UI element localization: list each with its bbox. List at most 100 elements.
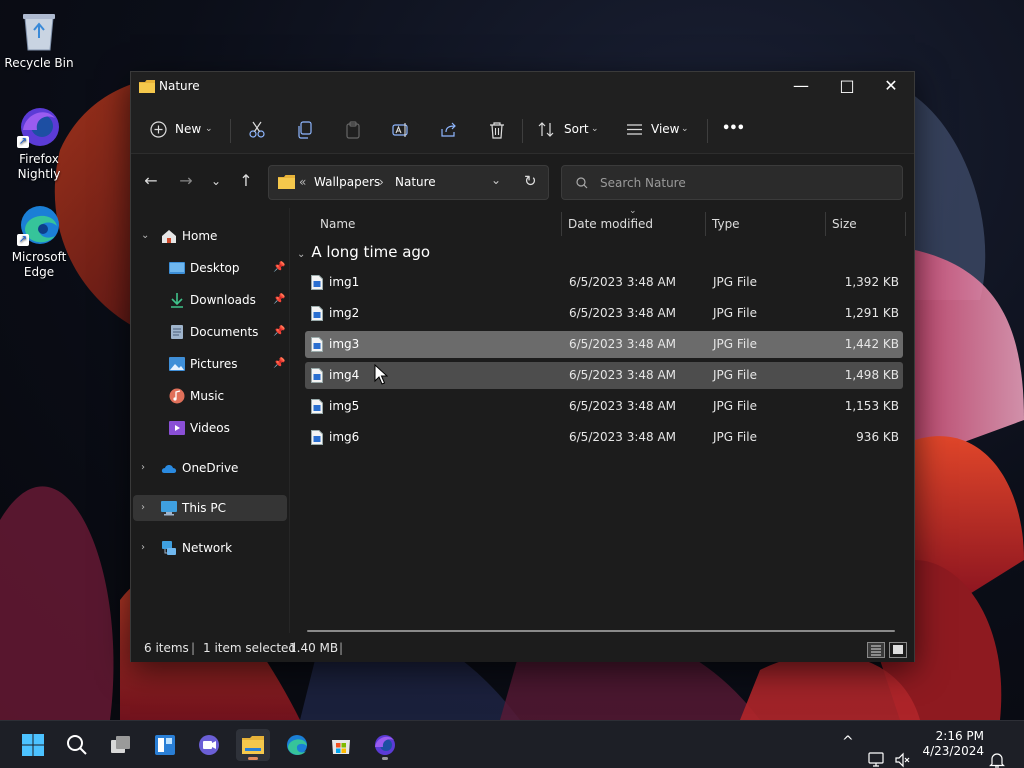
search-box[interactable] bbox=[561, 165, 903, 200]
column-divider[interactable] bbox=[825, 212, 826, 236]
desktop-icon-firefox-nightly[interactable]: ↗ Firefox Nightly bbox=[1, 104, 77, 182]
taskbar-search-button[interactable] bbox=[60, 729, 94, 761]
file-row[interactable]: img3 6/5/2023 3:48 AM JPG File 1,442 KB bbox=[305, 331, 903, 358]
column-header-size[interactable]: Size bbox=[832, 212, 857, 236]
file-row[interactable]: img1 6/5/2023 3:48 AM JPG File 1,392 KB bbox=[305, 269, 903, 296]
nav-item-label: OneDrive bbox=[182, 461, 239, 475]
file-type: JPG File bbox=[713, 306, 757, 320]
volume-muted-icon[interactable] bbox=[894, 736, 912, 768]
group-header[interactable]: ⌄ A long time ago bbox=[297, 243, 430, 261]
nav-item-label: Music bbox=[190, 389, 225, 403]
rename-button[interactable] bbox=[391, 115, 411, 143]
new-button[interactable]: New ⌄ bbox=[150, 115, 216, 143]
chevron-down-icon[interactable]: ⌄ bbox=[141, 223, 149, 249]
forward-button[interactable]: → bbox=[174, 169, 198, 193]
chevron-right-icon[interactable]: › bbox=[141, 535, 145, 561]
thumbnail-view-button[interactable] bbox=[889, 642, 907, 658]
file-row[interactable]: img5 6/5/2023 3:48 AM JPG File 1,153 KB bbox=[305, 393, 903, 420]
nav-item-this-pc[interactable]: › This PC bbox=[133, 495, 287, 521]
file-row[interactable]: img6 6/5/2023 3:48 AM JPG File 936 KB bbox=[305, 424, 903, 451]
back-button[interactable]: ← bbox=[139, 169, 163, 193]
file-row[interactable]: img2 6/5/2023 3:48 AM JPG File 1,291 KB bbox=[305, 300, 903, 327]
taskbar-clock[interactable]: 2:16 PM 4/23/2024 bbox=[920, 729, 984, 759]
title-bar[interactable]: Nature — □ ✕ bbox=[131, 72, 914, 104]
recycle-bin-icon bbox=[17, 8, 61, 52]
close-button[interactable]: ✕ bbox=[868, 72, 914, 102]
horizontal-scrollbar[interactable] bbox=[307, 630, 895, 632]
file-type: JPG File bbox=[713, 337, 757, 351]
store-taskbar-button[interactable] bbox=[324, 729, 358, 761]
cut-button[interactable] bbox=[247, 115, 267, 143]
nav-item-documents[interactable]: Documents 📌 bbox=[133, 319, 287, 345]
file-name: img1 bbox=[329, 275, 360, 289]
column-header-date-modified[interactable]: Date modified bbox=[568, 212, 653, 236]
maximize-button[interactable]: □ bbox=[824, 72, 870, 102]
edge-icon bbox=[287, 735, 307, 755]
delete-button[interactable] bbox=[487, 115, 507, 143]
edge-taskbar-button[interactable] bbox=[280, 729, 314, 761]
desktop-icon-recycle-bin[interactable]: Recycle Bin bbox=[1, 8, 77, 71]
status-selection: 1 item selected bbox=[203, 641, 297, 655]
column-header-name[interactable]: Name bbox=[320, 212, 355, 236]
breadcrumb-nature[interactable]: Nature bbox=[395, 175, 436, 189]
nav-item-videos[interactable]: Videos bbox=[133, 415, 287, 441]
breadcrumb-wallpapers[interactable]: Wallpapers bbox=[314, 175, 380, 189]
details-view-button[interactable] bbox=[867, 642, 885, 658]
desktop-icon-microsoft-edge[interactable]: ↗ Microsoft Edge bbox=[1, 202, 77, 280]
file-name: img5 bbox=[329, 399, 360, 413]
start-button[interactable] bbox=[16, 729, 50, 761]
minimize-button[interactable]: — bbox=[778, 72, 824, 102]
chevron-right-icon[interactable]: › bbox=[141, 455, 145, 481]
group-label: A long time ago bbox=[311, 243, 431, 261]
column-divider[interactable] bbox=[705, 212, 706, 236]
view-icon bbox=[627, 124, 642, 135]
nav-item-desktop[interactable]: Desktop 📌 bbox=[133, 255, 287, 281]
file-name: img4 bbox=[329, 368, 360, 382]
file-type: JPG File bbox=[713, 368, 757, 382]
share-button[interactable] bbox=[439, 115, 459, 143]
up-button[interactable]: ↑ bbox=[234, 169, 258, 193]
nav-item-label: Home bbox=[182, 229, 218, 243]
nav-item-downloads[interactable]: Downloads 📌 bbox=[133, 287, 287, 313]
copy-button[interactable] bbox=[295, 115, 315, 143]
more-options-button[interactable]: ••• bbox=[722, 115, 746, 143]
share-icon bbox=[441, 122, 456, 137]
address-history-chevron-icon[interactable]: ⌄ bbox=[491, 173, 501, 187]
shortcut-arrow-icon: ↗ bbox=[17, 136, 29, 148]
chat-button[interactable] bbox=[192, 729, 226, 761]
file-explorer-taskbar-button[interactable] bbox=[236, 729, 270, 761]
widgets-button[interactable] bbox=[148, 729, 182, 761]
firefox-nightly-taskbar-button[interactable] bbox=[368, 729, 402, 761]
show-hidden-icons-button[interactable]: ^ bbox=[842, 734, 854, 768]
column-header-type[interactable]: Type bbox=[712, 212, 740, 236]
file-row[interactable]: img4 6/5/2023 3:48 AM JPG File 1,498 KB bbox=[305, 362, 903, 389]
cut-icon bbox=[249, 121, 265, 138]
view-button[interactable]: View ⌄ bbox=[626, 115, 692, 143]
refresh-icon[interactable]: ↻ bbox=[524, 172, 537, 190]
column-divider[interactable] bbox=[905, 212, 906, 236]
nav-item-pictures[interactable]: Pictures 📌 bbox=[133, 351, 287, 377]
chevron-up-icon: ^ bbox=[842, 734, 854, 750]
nav-item-home[interactable]: ⌄ Home bbox=[133, 223, 287, 249]
recent-locations-button[interactable]: ⌄ bbox=[204, 169, 228, 193]
file-type: JPG File bbox=[713, 275, 757, 289]
breadcrumb-overflow[interactable]: « bbox=[299, 175, 306, 189]
nav-item-network[interactable]: › Network bbox=[133, 535, 287, 561]
address-bar[interactable]: « Wallpapers › Nature ⌄ ↻ bbox=[268, 165, 549, 200]
status-divider: | bbox=[191, 641, 196, 655]
column-divider[interactable] bbox=[561, 212, 562, 236]
notifications-icon[interactable] bbox=[988, 736, 1006, 768]
desktop-icon-label: Recycle Bin bbox=[4, 56, 74, 70]
network-status-icon[interactable] bbox=[868, 736, 886, 768]
pane-splitter[interactable] bbox=[289, 208, 290, 633]
file-date-modified: 6/5/2023 3:48 AM bbox=[569, 337, 677, 351]
paste-button[interactable] bbox=[343, 115, 363, 143]
toolbar-divider bbox=[230, 119, 231, 143]
nav-item-music[interactable]: Music bbox=[133, 383, 287, 409]
search-input[interactable] bbox=[600, 174, 890, 192]
task-view-button[interactable] bbox=[104, 729, 138, 761]
chevron-right-icon[interactable]: › bbox=[141, 495, 145, 521]
nav-item-onedrive[interactable]: › OneDrive bbox=[133, 455, 287, 481]
file-name: img3 bbox=[329, 337, 360, 351]
sort-button[interactable]: Sort ⌄ bbox=[538, 115, 602, 143]
